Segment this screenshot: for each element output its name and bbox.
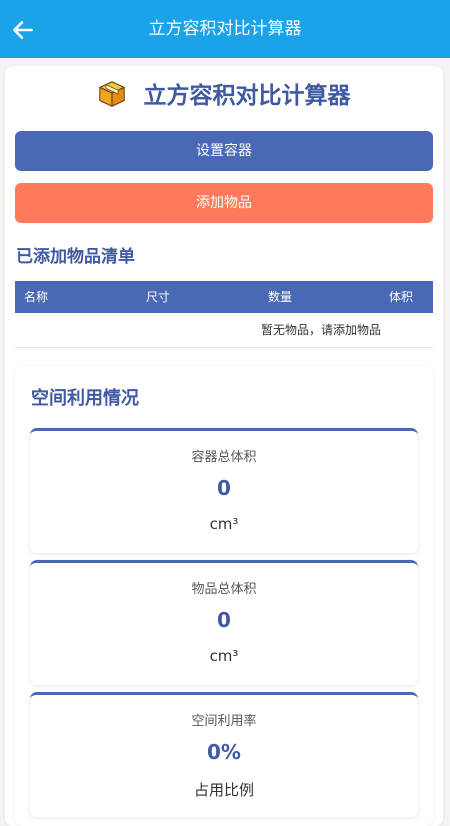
stat-unit: cm³ bbox=[209, 515, 239, 533]
stat-unit: 占用比例 bbox=[193, 781, 254, 799]
stat-unit: cm³ bbox=[209, 647, 239, 665]
page-title: 立方容积对比计算器 bbox=[143, 83, 351, 109]
stat-value: 0 bbox=[217, 608, 231, 632]
page-heading: 立方容积对比计算器 bbox=[5, 80, 443, 112]
utilization-card: 空间利用率 0% 占用比例 bbox=[30, 692, 418, 817]
items-volume-card: 物品总体积 0 cm³ bbox=[30, 560, 418, 685]
stat-value: 0 bbox=[217, 476, 231, 500]
stat-label: 物品总体积 bbox=[191, 582, 257, 597]
box-icon bbox=[99, 80, 126, 107]
container-volume-card: 容器总体积 0 cm³ bbox=[30, 428, 418, 553]
space-usage-panel: 空间利用情况 容器总体积 0 cm³ 物品总体积 0 cm³ 空间利用率 0% … bbox=[15, 366, 433, 826]
stat-label: 空间利用率 bbox=[191, 714, 257, 729]
column-header-quantity: 数量 bbox=[268, 290, 293, 304]
set-container-button[interactable]: 设置容器 bbox=[15, 131, 433, 171]
space-usage-title: 空间利用情况 bbox=[31, 388, 139, 409]
add-item-button[interactable]: 添加物品 bbox=[15, 183, 433, 223]
app-bar: 立方容积对比计算器 bbox=[0, 0, 450, 58]
table-row: 暂无物品，请添加物品 bbox=[15, 313, 433, 348]
empty-table-message: 暂无物品，请添加物品 bbox=[261, 323, 382, 337]
stat-label: 容器总体积 bbox=[191, 450, 257, 465]
column-header-volume: 体积 bbox=[388, 290, 413, 304]
column-header-size: 尺寸 bbox=[146, 290, 171, 304]
main-card: 立方容积对比计算器 设置容器 添加物品 已添加物品清单 名称 尺寸 数量 体积 … bbox=[5, 66, 443, 826]
app-bar-title: 立方容积对比计算器 bbox=[148, 19, 302, 39]
table-header: 名称 尺寸 数量 体积 bbox=[15, 281, 433, 313]
items-table: 名称 尺寸 数量 体积 暂无物品，请添加物品 bbox=[15, 281, 433, 348]
items-list-title: 已添加物品清单 bbox=[16, 247, 135, 267]
stat-value: 0% bbox=[207, 740, 241, 764]
column-header-name: 名称 bbox=[24, 290, 49, 304]
